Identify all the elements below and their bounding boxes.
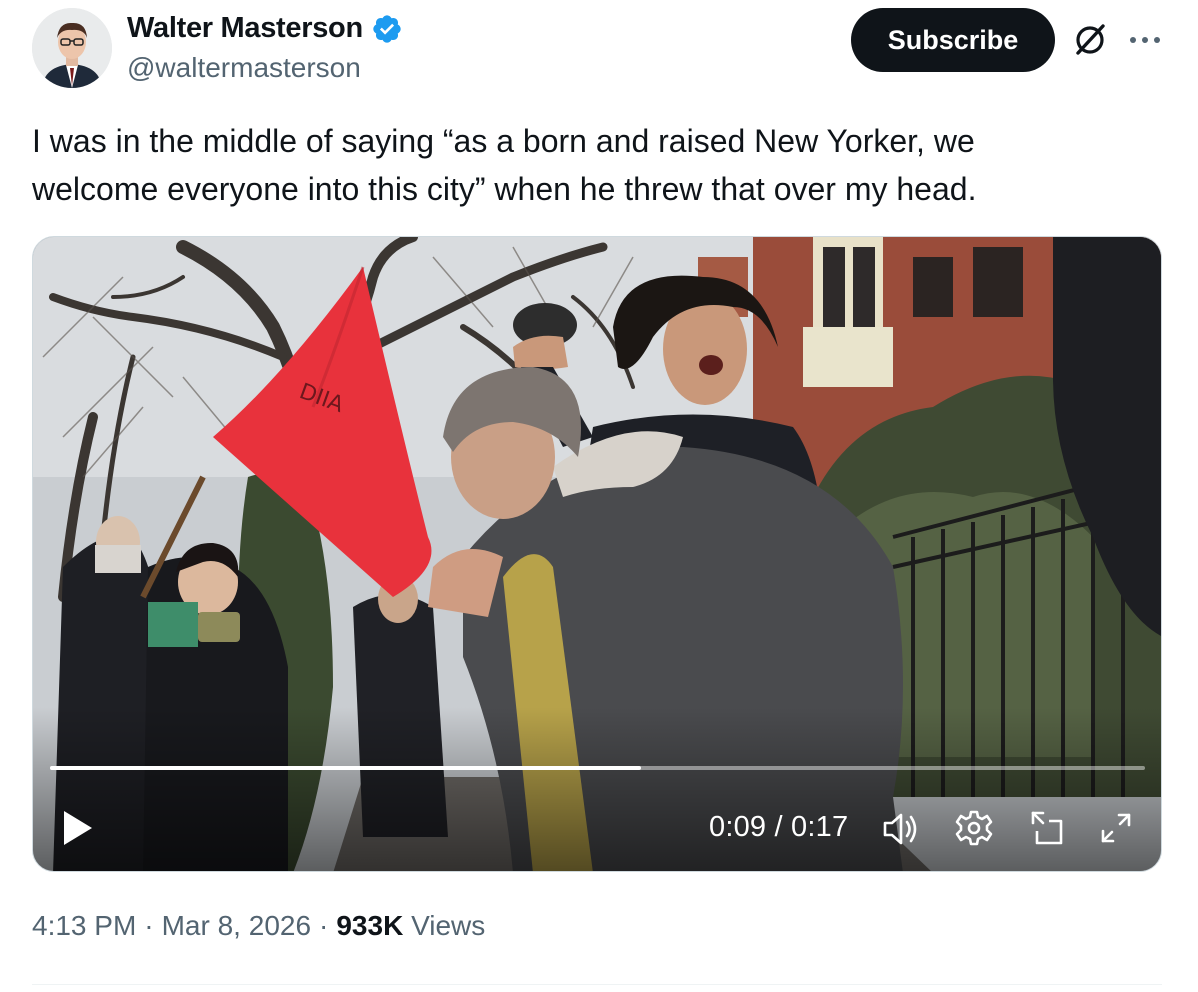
volume-icon[interactable] [881, 811, 919, 847]
tweet-time[interactable]: 4:13 PM [32, 910, 136, 942]
verified-badge-icon [373, 14, 401, 43]
play-icon[interactable] [61, 809, 95, 847]
gear-icon[interactable] [955, 809, 993, 847]
avatar-image [32, 8, 112, 88]
views-count: 933K [336, 910, 404, 941]
video-progress-bar[interactable] [50, 766, 1145, 770]
video-progress-fill [50, 766, 642, 770]
avatar[interactable] [32, 8, 112, 88]
tweet-meta: 4:13 PM · Mar 8, 2026 · 933K Views [32, 910, 485, 942]
tweet-text: I was in the middle of saying “as a born… [32, 117, 1152, 213]
video-frame: DIIA [33, 237, 1161, 871]
grok-icon[interactable] [1070, 20, 1110, 60]
video-time-separator: / [766, 811, 792, 843]
subscribe-button[interactable]: Subscribe [851, 8, 1055, 72]
author-display-name[interactable]: Walter Masterson [127, 12, 363, 45]
tweet-text-line: I was in the middle of saying “as a born… [32, 123, 975, 159]
picture-in-picture-icon[interactable] [1029, 809, 1065, 847]
tweet: Walter Masterson @waltermasterson Subscr… [0, 0, 1198, 992]
author-name-row[interactable]: Walter Masterson [127, 12, 403, 45]
divider [32, 984, 1162, 985]
video-player[interactable]: DIIA 0:09 / 0:17 [32, 236, 1162, 872]
expand-icon[interactable] [1099, 811, 1133, 845]
video-current-time: 0:09 [709, 811, 767, 843]
tweet-date[interactable]: Mar 8, 2026 [162, 910, 311, 942]
meta-separator: · [144, 910, 154, 941]
tweet-text-line: welcome everyone into this city” when he… [32, 171, 977, 207]
more-icon[interactable] [1128, 30, 1162, 50]
video-time: 0:09 / 0:17 [709, 811, 848, 844]
views-label: Views [411, 910, 486, 941]
video-duration: 0:17 [791, 811, 849, 843]
author-handle[interactable]: @waltermasterson [127, 52, 361, 84]
meta-separator: · [319, 910, 329, 941]
